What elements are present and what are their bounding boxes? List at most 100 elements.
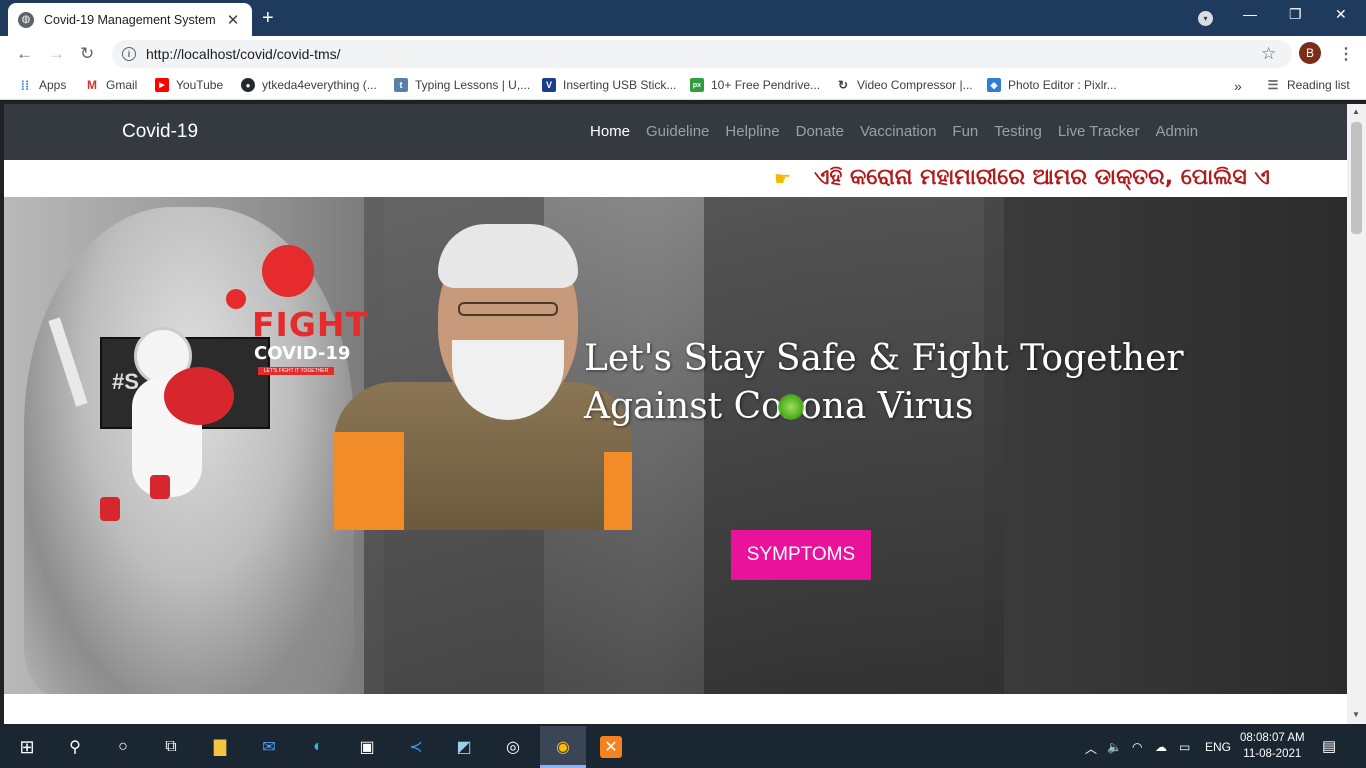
nav-fun[interactable]: Fun xyxy=(952,123,978,140)
marquee-text: ଏହି କରୋନା ମହାମାରୀରେ ଆମର ଡାକ୍ତର, ପୋଲିସ ଏ xyxy=(814,165,1270,190)
poster-tagline: LET'S FIGHT IT TOGETHER xyxy=(258,367,334,375)
tab-search-icon[interactable]: ▾ xyxy=(1198,11,1213,26)
virus-icon xyxy=(262,245,314,297)
bookmarks-overflow[interactable]: » xyxy=(1234,78,1242,94)
nav-home[interactable]: Home xyxy=(590,123,630,140)
windows-start-icon[interactable]: ⊞ xyxy=(16,736,38,758)
onedrive-icon[interactable]: ☁ xyxy=(1155,740,1167,754)
hero-title-line1: Let's Stay Safe & Fight Together xyxy=(584,338,1184,379)
cartoon-hero-shield xyxy=(164,367,234,425)
vscode-icon[interactable]: ≺ xyxy=(405,736,427,758)
nav-testing[interactable]: Testing xyxy=(994,123,1042,140)
nav-helpline[interactable]: Helpline xyxy=(725,123,779,140)
portrait-sleeve xyxy=(604,452,632,530)
xampp-icon[interactable]: ✕ xyxy=(600,736,622,758)
scroll-down-icon[interactable]: ▼ xyxy=(1352,710,1360,719)
forward-icon[interactable]: → xyxy=(48,44,65,64)
browser-toolbar: ← → ↻ i http://localhost/covid/covid-tms… xyxy=(0,36,1366,72)
virus-icon xyxy=(226,289,246,309)
url-text: http://localhost/covid/covid-tms/ xyxy=(146,46,341,62)
menu-kebab-icon[interactable]: ⋮ xyxy=(1338,44,1354,64)
bookmark-label: Apps xyxy=(39,78,67,92)
reading-list-label: Reading list xyxy=(1287,78,1350,92)
bookmark-youtube[interactable]: ▶ YouTube xyxy=(155,78,223,92)
portrait-sleeve xyxy=(334,432,404,530)
bookmark-label: 10+ Free Pendrive... xyxy=(711,78,821,92)
bookmark-label: Inserting USB Stick... xyxy=(563,78,677,92)
bookmark-typing[interactable]: t Typing Lessons | U,... xyxy=(394,78,530,92)
px-icon: px xyxy=(690,78,704,92)
portrait-hair xyxy=(438,224,578,288)
info-icon[interactable]: i xyxy=(122,47,136,61)
nav-live-tracker[interactable]: Live Tracker xyxy=(1058,123,1140,140)
bookmark-pixlr[interactable]: ◈ Photo Editor : Pixlr... xyxy=(987,78,1117,92)
virus-icon xyxy=(778,394,804,420)
site-nav-links: Home Guideline Helpline Donate Vaccinati… xyxy=(590,123,1214,140)
search-icon[interactable]: ⚲ xyxy=(64,736,86,758)
reading-list-button[interactable]: ☰ Reading list xyxy=(1266,78,1350,92)
task-view-icon[interactable]: ⧉ xyxy=(160,736,182,758)
bookmark-usb[interactable]: V Inserting USB Stick... xyxy=(542,78,676,92)
close-window-icon[interactable]: ✕ xyxy=(1335,6,1347,23)
bookmark-gmail[interactable]: M Gmail xyxy=(85,78,137,92)
clock-time: 08:08:07 AM xyxy=(1240,732,1305,744)
page-scrollbar[interactable]: ▲ ▼ xyxy=(1347,104,1366,724)
nav-admin[interactable]: Admin xyxy=(1156,123,1199,140)
language-indicator[interactable]: ENG xyxy=(1205,740,1231,754)
hero-title: Let's Stay Safe & Fight Together Against… xyxy=(584,335,1184,431)
bookmark-apps[interactable]: ⁞⁞ Apps xyxy=(18,77,67,93)
bookmark-label: Typing Lessons | U,... xyxy=(415,78,531,92)
windows-taskbar: ⊞ ⚲ ○ ⧉ ▇ ✉ ◐ ▣ ≺ ◩ ◎ ◉ ✕ ︿ 🔈 ◠ ☁ ▭ ENG … xyxy=(0,726,1366,768)
github-icon: ● xyxy=(241,78,255,92)
building-right xyxy=(704,197,1004,694)
bookmark-compressor[interactable]: ↻ Video Compressor |... xyxy=(836,78,973,92)
portrait-glasses xyxy=(458,302,558,316)
apps-grid-icon: ⁞⁞ xyxy=(20,77,30,93)
bookmark-label: Photo Editor : Pixlr... xyxy=(1008,78,1117,92)
new-tab-icon[interactable]: + xyxy=(262,7,274,29)
profile-avatar[interactable]: B xyxy=(1299,42,1321,64)
reload-icon[interactable]: ↻ xyxy=(80,44,94,64)
close-tab-icon[interactable]: ✕ xyxy=(224,11,242,29)
edge-icon[interactable]: ◐ xyxy=(307,736,329,758)
scroll-thumb[interactable] xyxy=(1351,122,1362,234)
clock-date: 11-08-2021 xyxy=(1243,748,1302,760)
bookmarks-bar: ⁞⁞ Apps M Gmail ▶ YouTube ● ytkeda4every… xyxy=(0,72,1366,100)
v-icon: V xyxy=(542,78,556,92)
globe-icon: ◍ xyxy=(18,11,34,28)
browser-tab[interactable]: ◍ Covid-19 Management System ✕ xyxy=(8,3,252,36)
nav-donate[interactable]: Donate xyxy=(796,123,844,140)
scroll-up-icon[interactable]: ▲ xyxy=(1352,107,1360,116)
bookmark-pendrive[interactable]: px 10+ Free Pendrive... xyxy=(690,78,820,92)
cortana-icon[interactable]: ○ xyxy=(112,736,134,758)
bookmark-label: YouTube xyxy=(176,78,224,92)
chrome-icon[interactable]: ◉ xyxy=(552,736,574,758)
site-brand[interactable]: Covid-19 xyxy=(122,121,198,143)
back-icon[interactable]: ← xyxy=(16,44,33,64)
bookmark-label: Video Compressor |... xyxy=(857,78,973,92)
notifications-icon[interactable]: ▤ xyxy=(1322,737,1336,755)
show-hidden-icons-icon[interactable]: ︿ xyxy=(1085,740,1097,757)
symptoms-button[interactable]: SYMPTOMS xyxy=(731,530,871,580)
typing-icon: t xyxy=(394,78,408,92)
store-icon[interactable]: ▣ xyxy=(356,736,378,758)
hero-title-line2: Against Corona Virus xyxy=(584,386,974,427)
bookmark-github[interactable]: ● ytkeda4everything (... xyxy=(241,78,377,92)
address-bar[interactable]: i http://localhost/covid/covid-tms/ xyxy=(112,40,1292,68)
volume-icon[interactable]: 🔈 xyxy=(1107,740,1122,754)
browser-tab-strip: ◍ Covid-19 Management System ✕ + ▾ — ❐ ✕ xyxy=(0,0,1366,36)
minimize-icon[interactable]: — xyxy=(1243,6,1257,22)
mail-icon[interactable]: ✉ xyxy=(258,736,280,758)
wifi-icon[interactable]: ◠ xyxy=(1132,740,1142,754)
notes-icon[interactable]: ◩ xyxy=(453,736,475,758)
obs-icon[interactable]: ◎ xyxy=(502,736,524,758)
restore-icon[interactable]: ❐ xyxy=(1289,6,1302,23)
cartoon-hero-boot xyxy=(100,497,120,521)
battery-icon[interactable]: ▭ xyxy=(1179,740,1190,754)
bookmark-star-icon[interactable]: ☆ xyxy=(1261,44,1276,64)
file-explorer-icon[interactable]: ▇ xyxy=(209,736,231,758)
system-clock[interactable]: 08:08:07 AM 11-08-2021 xyxy=(1240,730,1305,762)
nav-vaccination[interactable]: Vaccination xyxy=(860,123,936,140)
nav-guideline[interactable]: Guideline xyxy=(646,123,709,140)
news-marquee: ☛ ଏହି କରୋନା ମହାମାରୀରେ ଆମର ଡାକ୍ତର, ପୋଲିସ … xyxy=(4,160,1347,196)
